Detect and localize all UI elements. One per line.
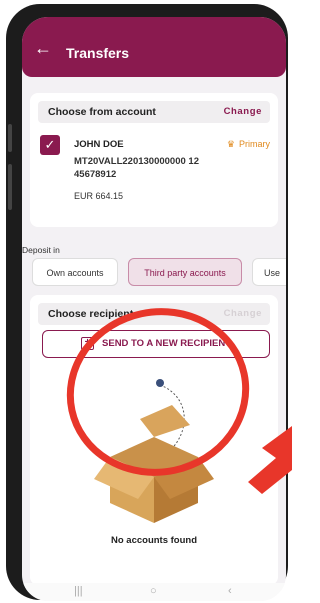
annotation-overlay <box>66 308 292 494</box>
